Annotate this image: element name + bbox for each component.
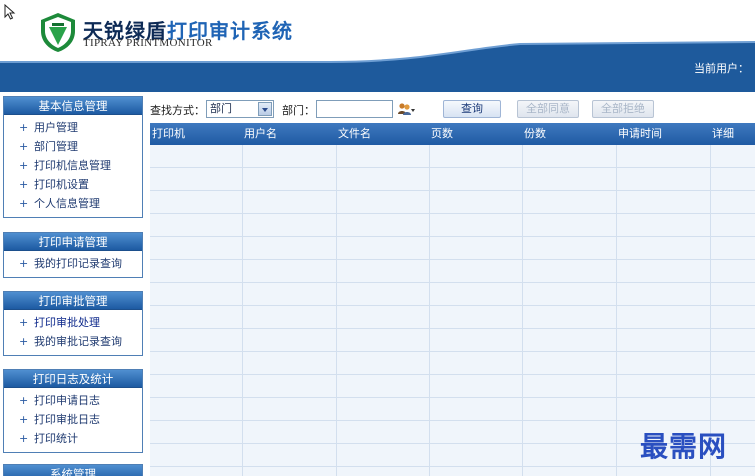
- sidebar-item-label: 打印机信息管理: [34, 159, 111, 172]
- plus-icon: +: [19, 432, 29, 445]
- plus-icon: +: [19, 159, 29, 172]
- sidebar: 基本信息管理 + 用户管理 + 部门管理 + 打印机信息管理 + 打印机设置 + 个人信息…: [0, 96, 146, 476]
- sidebar-item-label: 个人信息管理: [34, 197, 100, 210]
- column-divider: [336, 145, 337, 476]
- table-row: [150, 191, 755, 214]
- table-row: [150, 260, 755, 283]
- plus-icon: +: [19, 257, 29, 270]
- table-row: [150, 467, 755, 476]
- panel-print-logs: 打印日志及统计 + 打印申请日志 + 打印审批日志 + 打印统计: [3, 369, 143, 453]
- brand-title-en: TIPRAY PRINTMONITOR: [83, 37, 213, 49]
- tipray-logo-icon: [41, 13, 75, 52]
- sidebar-item-approval-process[interactable]: + 打印审批处理: [4, 313, 142, 332]
- search-mode-select[interactable]: 部门: [206, 100, 274, 118]
- column-header-filename[interactable]: 文件名: [336, 123, 371, 145]
- column-divider: [616, 145, 617, 476]
- panel-title[interactable]: 打印日志及统计: [4, 370, 142, 388]
- panel-title[interactable]: 打印申请管理: [4, 233, 142, 251]
- plus-icon: +: [19, 178, 29, 191]
- table-row: [150, 237, 755, 260]
- sidebar-item-label: 打印审批日志: [34, 413, 100, 426]
- sidebar-item-my-approval-records[interactable]: + 我的审批记录查询: [4, 332, 142, 351]
- panel-print-approval: 打印审批管理 + 打印审批处理 + 我的审批记录查询: [3, 291, 143, 356]
- mouse-cursor-icon: [4, 4, 16, 20]
- query-button[interactable]: 查询: [443, 100, 501, 118]
- sidebar-item-label: 打印审批处理: [34, 316, 100, 329]
- sidebar-item-label: 我的打印记录查询: [34, 257, 122, 270]
- dept-input[interactable]: [316, 100, 393, 118]
- panel-title[interactable]: 打印审批管理: [4, 292, 142, 310]
- column-header-details[interactable]: 详细: [710, 123, 734, 145]
- reject-all-button[interactable]: 全部拒绝: [592, 100, 654, 118]
- sidebar-item-label: 我的审批记录查询: [34, 335, 122, 348]
- table-row: [150, 283, 755, 306]
- sidebar-item-label: 打印申请日志: [34, 394, 100, 407]
- sidebar-item-print-stats[interactable]: + 打印统计: [4, 429, 142, 448]
- table-row: [150, 306, 755, 329]
- approval-table: 打印机 用户名 文件名 页数 份数 申请时间 详细: [150, 123, 755, 476]
- column-divider: [242, 145, 243, 476]
- column-header-username[interactable]: 用户名: [242, 123, 277, 145]
- sidebar-item-label: 打印机设置: [34, 178, 89, 191]
- panel-title[interactable]: 系统管理: [4, 465, 142, 476]
- dept-label: 部门：: [282, 104, 315, 117]
- sidebar-item-dept-manage[interactable]: + 部门管理: [4, 137, 142, 156]
- agree-all-button[interactable]: 全部同意: [517, 100, 579, 118]
- search-toolbar: 查找方式： 部门 部门： 查询 全部同意 全部拒绝: [150, 99, 755, 119]
- table-header: 打印机 用户名 文件名 页数 份数 申请时间 详细: [150, 123, 755, 145]
- panel-system-manage: 系统管理: [3, 464, 143, 476]
- column-header-printer[interactable]: 打印机: [150, 123, 185, 145]
- column-divider: [429, 145, 430, 476]
- plus-icon: +: [19, 394, 29, 407]
- panel-print-request: 打印申请管理 + 我的打印记录查询: [3, 232, 143, 278]
- chevron-down-icon[interactable]: [258, 102, 272, 116]
- sidebar-item-personal-info[interactable]: + 个人信息管理: [4, 194, 142, 213]
- table-row: [150, 375, 755, 398]
- column-header-pages[interactable]: 页数: [429, 123, 453, 145]
- table-row: [150, 168, 755, 191]
- search-mode-value: 部门: [210, 102, 232, 115]
- sidebar-item-printer-info[interactable]: + 打印机信息管理: [4, 156, 142, 175]
- sidebar-item-request-log[interactable]: + 打印申请日志: [4, 391, 142, 410]
- select-users-icon[interactable]: [397, 102, 415, 116]
- table-row: [150, 329, 755, 352]
- column-header-request-time[interactable]: 申请时间: [616, 123, 662, 145]
- plus-icon: +: [19, 316, 29, 329]
- sidebar-item-label: 部门管理: [34, 140, 78, 153]
- plus-icon: +: [19, 413, 29, 426]
- sidebar-item-my-print-records[interactable]: + 我的打印记录查询: [4, 254, 142, 273]
- sidebar-item-approval-log[interactable]: + 打印审批日志: [4, 410, 142, 429]
- sidebar-item-label: 用户管理: [34, 121, 78, 134]
- column-header-copies[interactable]: 份数: [522, 123, 546, 145]
- app-header: 天锐绿盾打印审计系统 TIPRAY PRINTMONITOR 当前用户：: [0, 0, 755, 92]
- sidebar-item-label: 打印统计: [34, 432, 78, 445]
- column-divider: [522, 145, 523, 476]
- watermark-text: 最需网: [640, 430, 728, 463]
- plus-icon: +: [19, 335, 29, 348]
- sidebar-item-printer-settings[interactable]: + 打印机设置: [4, 175, 142, 194]
- plus-icon: +: [19, 140, 29, 153]
- panel-basic-info: 基本信息管理 + 用户管理 + 部门管理 + 打印机信息管理 + 打印机设置 + 个人信息…: [3, 96, 143, 218]
- table-row: [150, 352, 755, 375]
- plus-icon: +: [19, 121, 29, 134]
- current-user-label: 当前用户：: [694, 62, 749, 75]
- panel-title[interactable]: 基本信息管理: [4, 97, 142, 115]
- table-row: [150, 398, 755, 421]
- sidebar-item-user-manage[interactable]: + 用户管理: [4, 118, 142, 137]
- table-row: [150, 214, 755, 237]
- search-mode-label: 查找方式：: [150, 104, 205, 117]
- table-row: [150, 145, 755, 168]
- plus-icon: +: [19, 197, 29, 210]
